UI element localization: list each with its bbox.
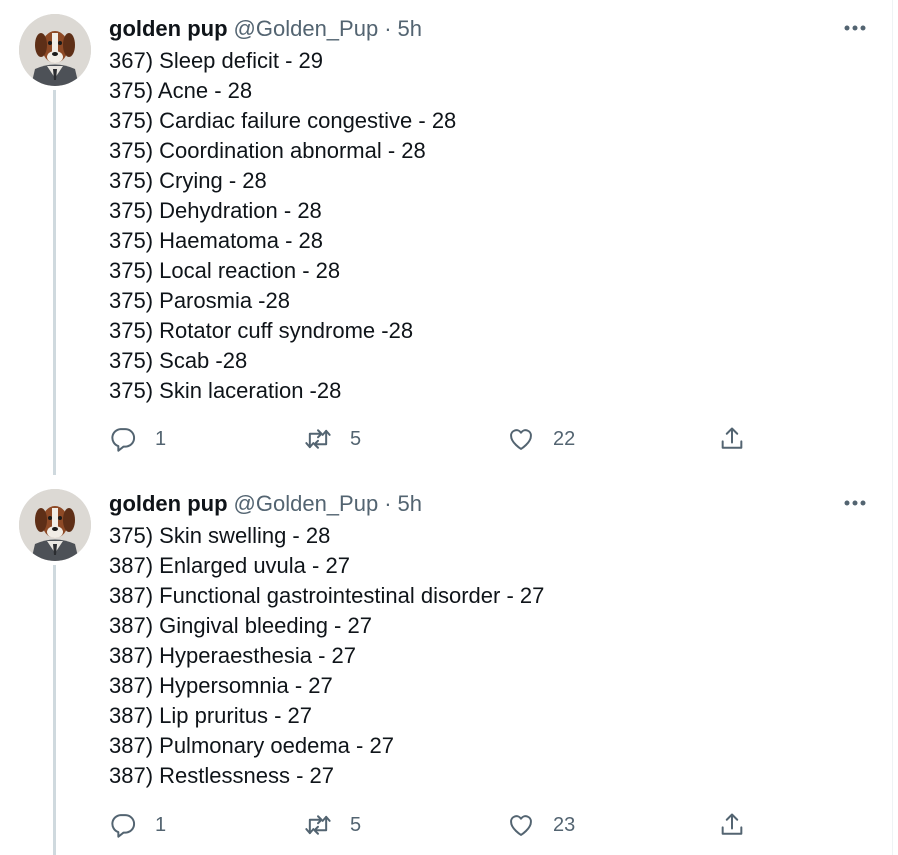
- reply-button[interactable]: 1: [109, 421, 166, 457]
- share-icon: [721, 813, 743, 835]
- tweet-line: 375) Crying - 28: [109, 168, 267, 193]
- more-button[interactable]: [838, 14, 872, 42]
- tweet[interactable]: golden pup @Golden_Pup · 5h 367) Sleep d…: [0, 0, 892, 475]
- share-button[interactable]: [718, 421, 746, 457]
- more-button[interactable]: [838, 489, 872, 517]
- reply-icon: [111, 814, 136, 838]
- like-count: 22: [553, 427, 576, 450]
- tweet-text: 367) Sleep deficit - 29 375) Acne - 28 3…: [109, 46, 456, 406]
- tweet-header: golden pup @Golden_Pup · 5h: [109, 489, 422, 519]
- share-icon: [721, 427, 743, 449]
- tweet-line: 387) Hypersomnia - 27: [109, 673, 333, 698]
- tweet-line: 375) Cardiac failure congestive - 28: [109, 108, 457, 133]
- tweet-line: 375) Haematoma - 28: [109, 228, 323, 253]
- thread-line: [53, 565, 56, 855]
- tweet-line: 375) Coordination abnormal - 28: [109, 138, 426, 163]
- retweet-count: 5: [350, 427, 362, 450]
- dog-avatar-icon: [19, 14, 91, 86]
- retweet-button[interactable]: 5: [304, 421, 361, 457]
- tweet-text: 375) Skin swelling - 28 387) Enlarged uv…: [109, 521, 544, 791]
- action-bar: 1 5 22: [109, 421, 769, 457]
- tweet-line: 375) Skin swelling - 28: [109, 523, 331, 548]
- reply-icon: [111, 428, 136, 452]
- separator-dot: ·: [384, 491, 392, 516]
- like-icon: [510, 429, 532, 450]
- tweet-line: 387) Pulmonary oedema - 27: [109, 733, 394, 758]
- tweet-line: 375) Local reaction - 28: [109, 258, 341, 283]
- like-button[interactable]: 22: [507, 421, 575, 457]
- tweet-line: 375) Acne - 28: [109, 78, 253, 103]
- tweet-line: 375) Skin laceration -28: [109, 378, 342, 403]
- author-name[interactable]: golden pup: [109, 489, 228, 519]
- like-count: 23: [553, 813, 576, 836]
- tweet-line: 387) Lip pruritus - 27: [109, 703, 312, 728]
- share-button[interactable]: [718, 807, 746, 843]
- tweet-line: 387) Restlessness - 27: [109, 763, 334, 788]
- tweet-line: 375) Parosmia -28: [109, 288, 290, 313]
- action-bar: 1 5 23: [109, 807, 769, 843]
- timeline-border: [892, 0, 893, 855]
- tweet-line: 387) Functional gastrointestinal disorde…: [109, 583, 545, 608]
- tweet-header: golden pup @Golden_Pup · 5h: [109, 14, 422, 44]
- more-icon: [844, 500, 866, 506]
- tweet-line: 387) Hyperaesthesia - 27: [109, 643, 357, 668]
- retweet-button[interactable]: 5: [304, 807, 361, 843]
- reply-count: 1: [155, 427, 167, 450]
- retweet-icon: [305, 815, 331, 835]
- tweet-line: 375) Scab -28: [109, 348, 248, 373]
- more-icon: [844, 25, 866, 31]
- retweet-count: 5: [350, 813, 362, 836]
- avatar[interactable]: [19, 14, 91, 86]
- tweet-line: 387) Enlarged uvula - 27: [109, 553, 350, 578]
- retweet-icon: [305, 429, 331, 449]
- avatar[interactable]: [19, 489, 91, 561]
- author-handle[interactable]: @Golden_Pup: [234, 14, 379, 44]
- separator-dot: ·: [384, 16, 392, 41]
- like-icon: [510, 815, 532, 836]
- reply-button[interactable]: 1: [109, 807, 166, 843]
- author-name[interactable]: golden pup: [109, 14, 228, 44]
- tweet-line: 375) Rotator cuff syndrome -28: [109, 318, 414, 343]
- thread-line: [53, 90, 56, 475]
- tweet-line: 387) Gingival bleeding - 27: [109, 613, 372, 638]
- reply-count: 1: [155, 813, 167, 836]
- tweet-line: 375) Dehydration - 28: [109, 198, 322, 223]
- like-button[interactable]: 23: [507, 807, 575, 843]
- dog-avatar-icon: [19, 489, 91, 561]
- timestamp[interactable]: 5h: [398, 14, 422, 44]
- author-handle[interactable]: @Golden_Pup: [234, 489, 379, 519]
- tweet-line: 367) Sleep deficit - 29: [109, 48, 324, 73]
- timestamp[interactable]: 5h: [398, 489, 422, 519]
- tweet[interactable]: golden pup @Golden_Pup · 5h 375) Skin sw…: [0, 475, 892, 855]
